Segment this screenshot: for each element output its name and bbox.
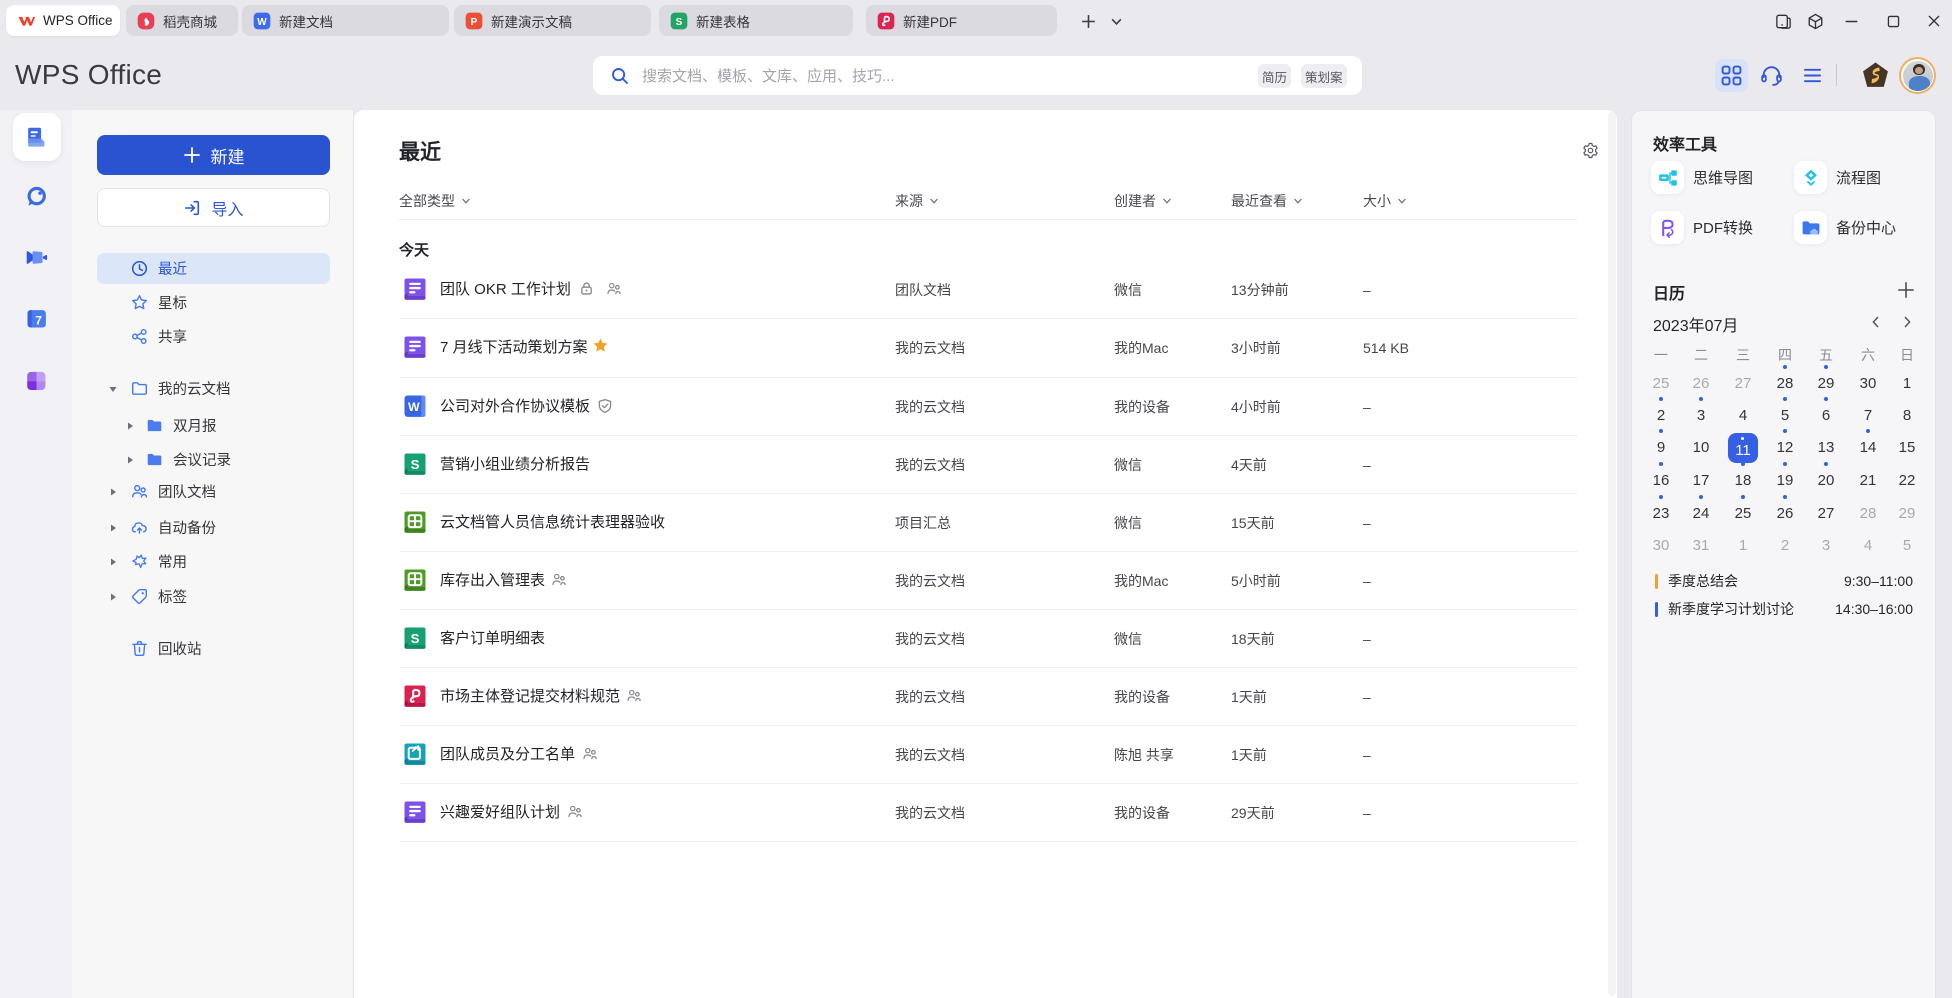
svg-text:W: W — [408, 400, 420, 414]
svg-text:S: S — [411, 457, 420, 472]
svg-text:S: S — [676, 16, 683, 27]
svg-text:7: 7 — [35, 314, 42, 328]
svg-text:S: S — [411, 631, 420, 646]
svg-text:P: P — [471, 16, 478, 27]
svg-text:W: W — [257, 16, 267, 27]
